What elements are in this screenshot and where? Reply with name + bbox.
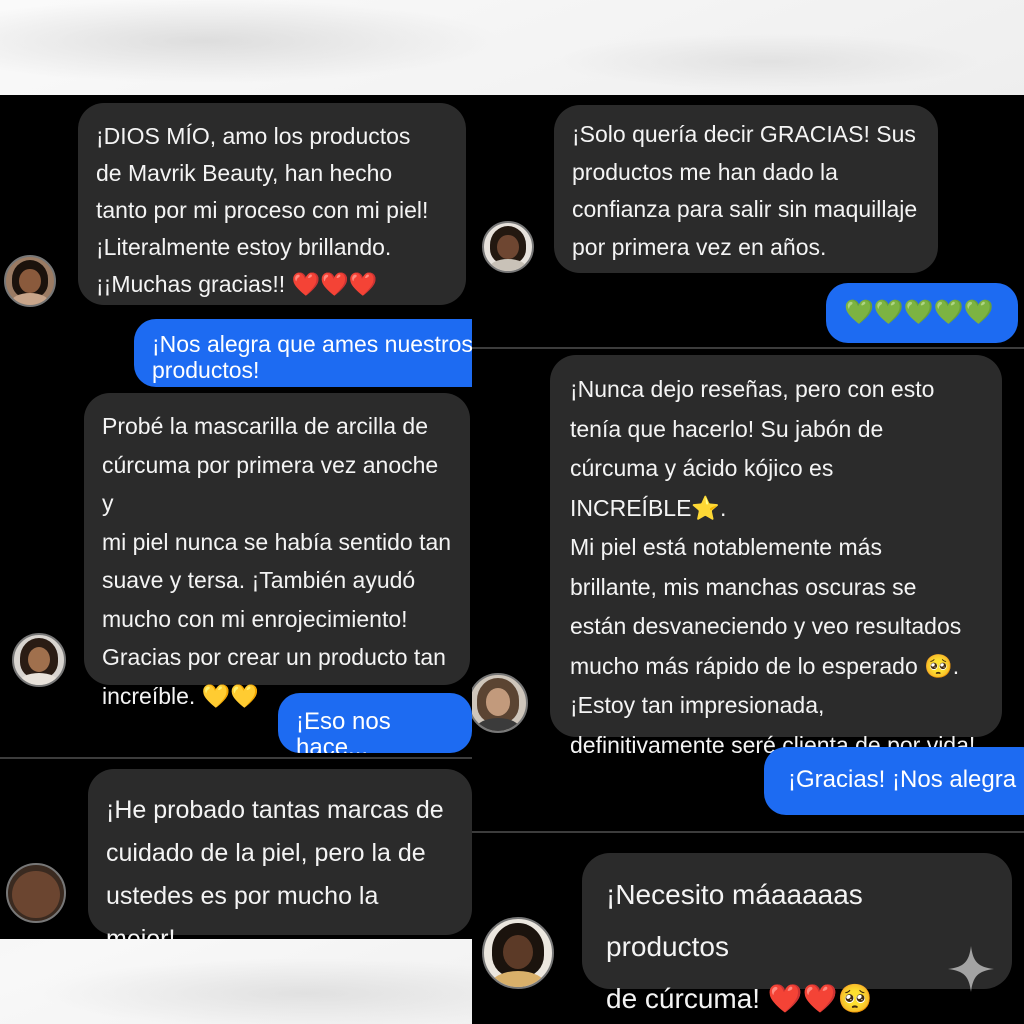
reply-bubble: ¡Nos alegra que ames nuestros productos! xyxy=(134,319,472,387)
chat-panel-2: Probé la mascarilla de arcilla de cúrcum… xyxy=(0,391,472,759)
avatar-icon xyxy=(6,863,66,923)
chat-panel-1: ¡DIOS MÍO, amo los productos de Mavrik B… xyxy=(0,95,472,391)
chat-panel-5: ¡Nunca dejo reseñas, pero con esto tenía… xyxy=(472,349,1024,833)
message-bubble: ¡Solo quería decir GRACIAS! Sus producto… xyxy=(554,105,938,273)
message-bubble: ¡Nunca dejo reseñas, pero con esto tenía… xyxy=(550,355,1002,758)
sparkle-icon xyxy=(948,946,994,992)
avatar-icon xyxy=(482,221,534,273)
chat-panel-4: ¡Solo quería decir GRACIAS! Sus producto… xyxy=(472,95,1024,349)
avatar-icon xyxy=(4,255,56,307)
chat-panel-6: ¡Necesito máaaaaas productos de cúrcuma!… xyxy=(472,833,1024,1024)
reply-bubble: ¡Gracias! ¡Nos alegra xyxy=(764,747,1024,815)
avatar-icon xyxy=(482,917,554,989)
reply-bubble: ¡Eso nos hace... xyxy=(278,693,472,753)
message-bubble: ¡DIOS MÍO, amo los productos de Mavrik B… xyxy=(78,103,466,305)
avatar-icon xyxy=(472,673,528,733)
avatar-icon xyxy=(12,633,66,687)
reply-bubble: 💚💚💚💚💚 xyxy=(826,283,1018,343)
message-bubble: Probé la mascarilla de arcilla de cúrcum… xyxy=(84,393,470,709)
chat-panel-3: ¡He probado tantas marcas de cuidado de … xyxy=(0,759,472,939)
message-bubble: ¡He probado tantas marcas de cuidado de … xyxy=(88,769,472,939)
